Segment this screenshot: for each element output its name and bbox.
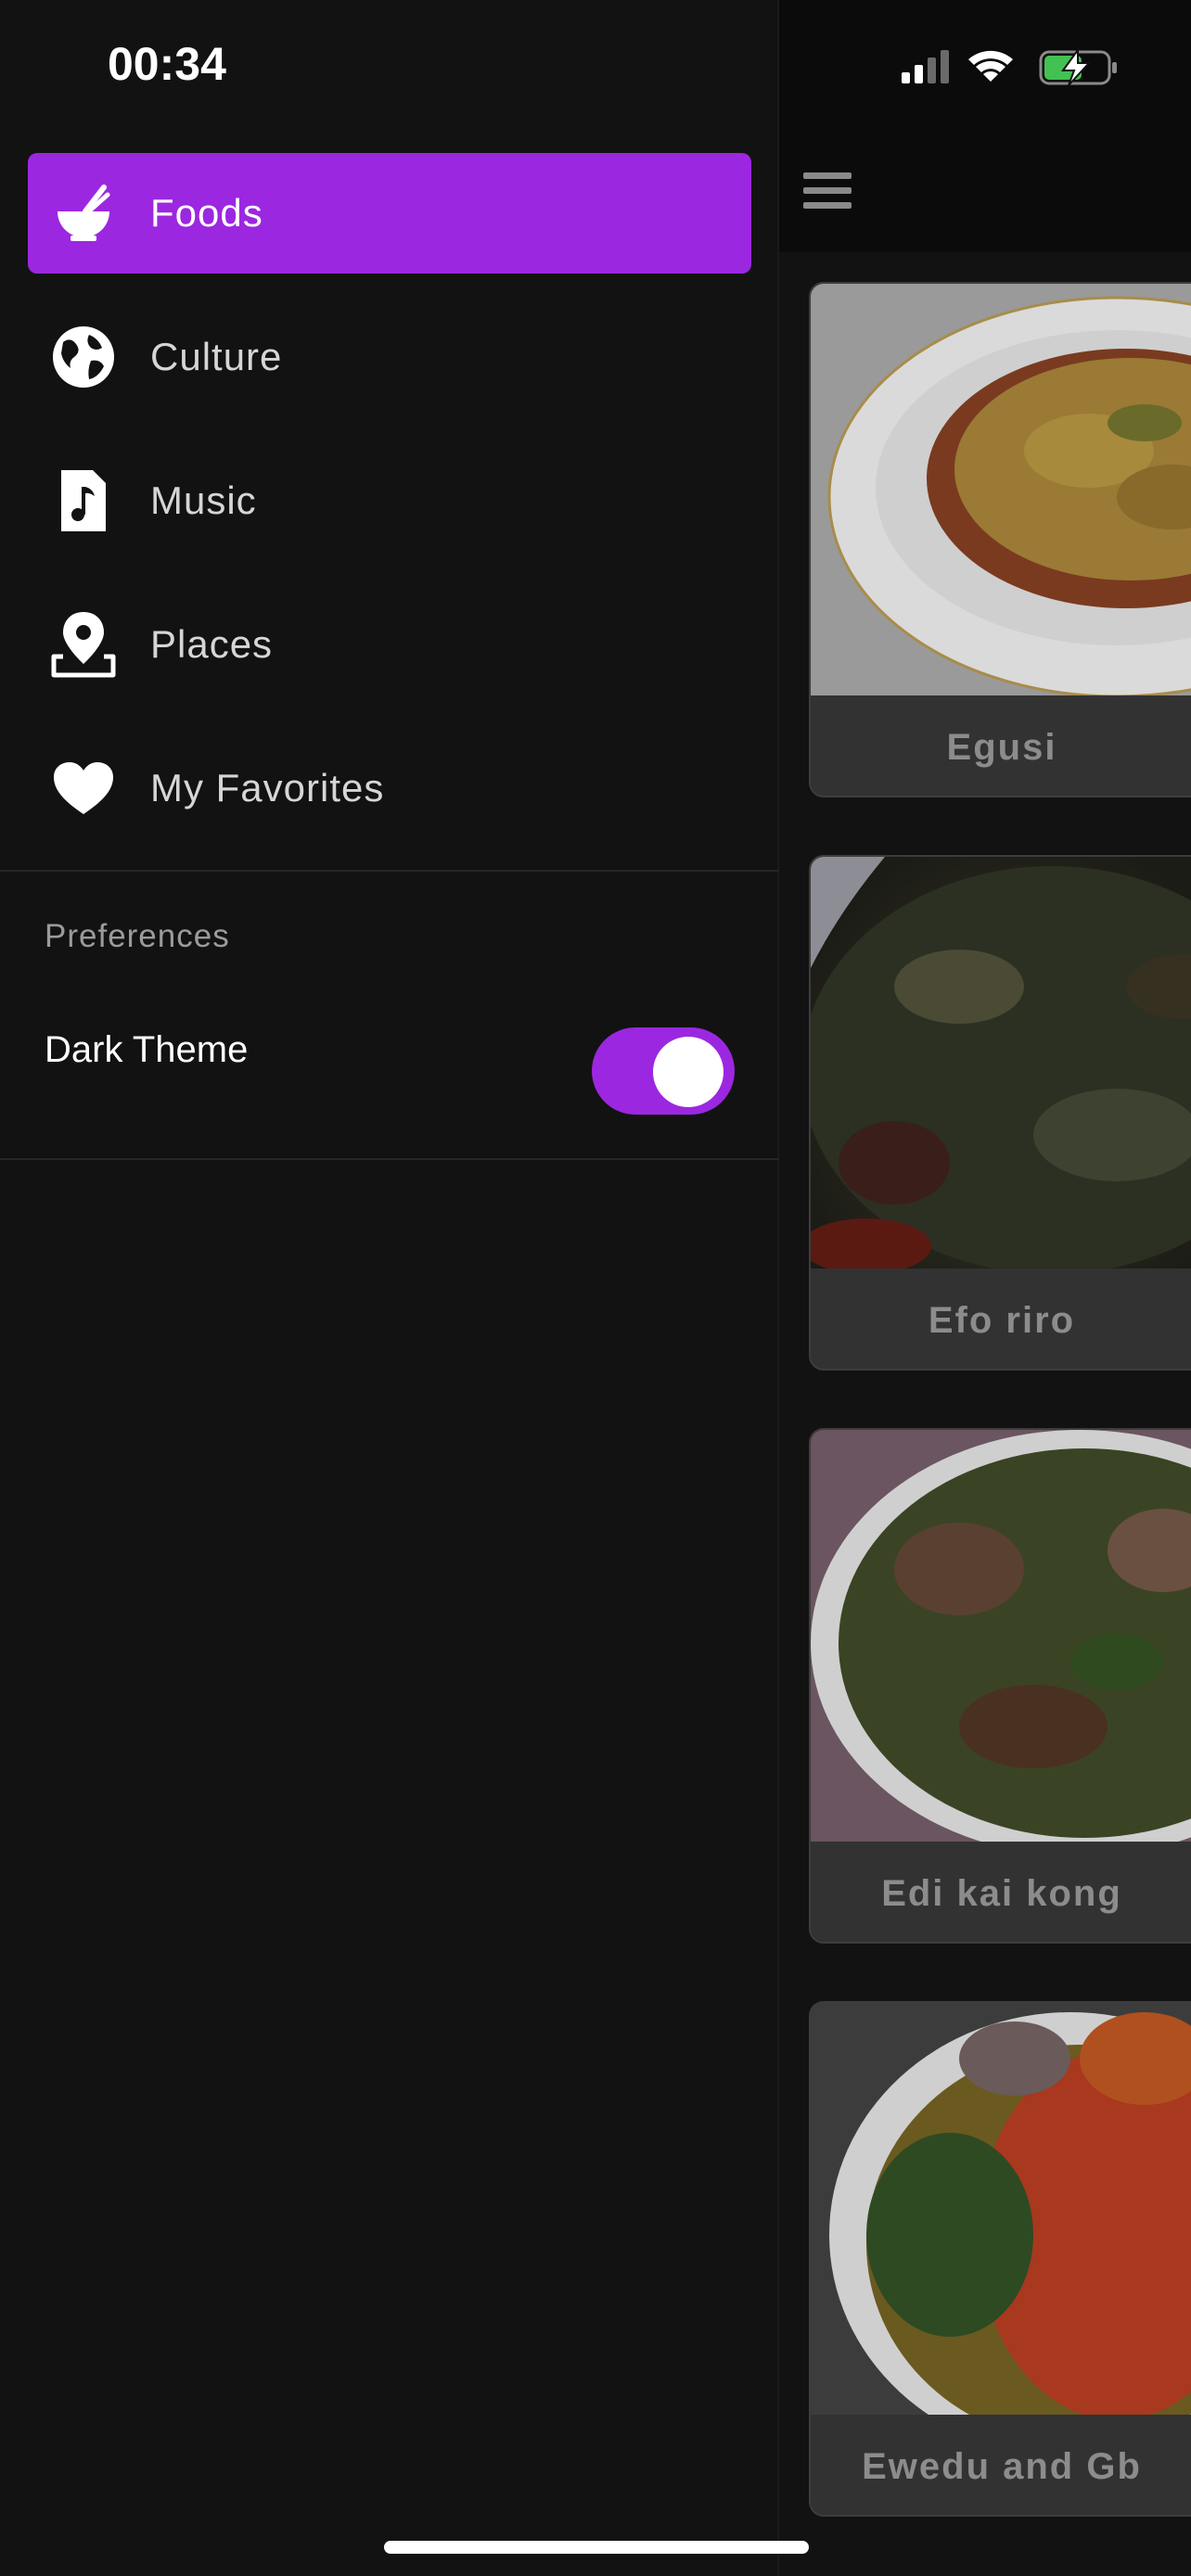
toggle-knob [653, 1037, 724, 1107]
cellular-signal-icon [902, 50, 949, 83]
wifi-icon [968, 50, 1013, 82]
food-image [811, 857, 1191, 1269]
map-pin-icon [48, 609, 119, 680]
nav-item-label: Music [150, 478, 257, 522]
nav-item-culture[interactable]: Culture [28, 297, 751, 417]
food-image [811, 2003, 1191, 2415]
music-note-icon [48, 465, 119, 536]
food-card[interactable]: Ewedu and Gb [809, 2001, 1191, 2517]
dark-theme-label: Dark Theme [45, 1029, 249, 1070]
food-name: Edi kai kong [811, 1843, 1191, 1942]
food-name: Egusi [811, 697, 1191, 796]
food-card[interactable]: Edi kai kong [809, 1428, 1191, 1944]
app-bar [779, 0, 1191, 252]
battery-charging-icon [1039, 46, 1117, 86]
hamburger-menu-icon[interactable] [803, 172, 852, 210]
nav-item-places[interactable]: Places [28, 584, 751, 705]
divider [0, 1158, 779, 1160]
nav-item-label: Culture [150, 335, 283, 378]
nav-item-music[interactable]: Music [28, 440, 751, 561]
preferences-header: Preferences [45, 918, 230, 954]
food-name: Ewedu and Gb [811, 2417, 1191, 2515]
status-time: 00:34 [108, 38, 226, 90]
globe-icon [48, 322, 119, 392]
food-name: Efo riro [811, 1270, 1191, 1369]
navigation-drawer: Foods Culture Music Places My Favorites … [0, 0, 779, 2576]
nav-item-label: My Favorites [150, 766, 385, 810]
nav-item-my-favorites[interactable]: My Favorites [28, 728, 751, 848]
food-bowl-icon [48, 178, 119, 249]
food-card[interactable]: Efo riro [809, 855, 1191, 1371]
divider [0, 870, 779, 872]
food-card[interactable]: Egusi [809, 282, 1191, 797]
home-indicator [384, 2541, 809, 2554]
food-image [811, 1430, 1191, 1842]
heart-icon [48, 753, 119, 823]
dark-theme-toggle[interactable] [592, 1027, 735, 1115]
nav-item-label: Places [150, 622, 274, 666]
food-image [811, 284, 1191, 695]
nav-item-foods[interactable]: Foods [28, 153, 751, 274]
status-icons [900, 46, 1122, 87]
nav-item-label: Foods [150, 191, 263, 235]
